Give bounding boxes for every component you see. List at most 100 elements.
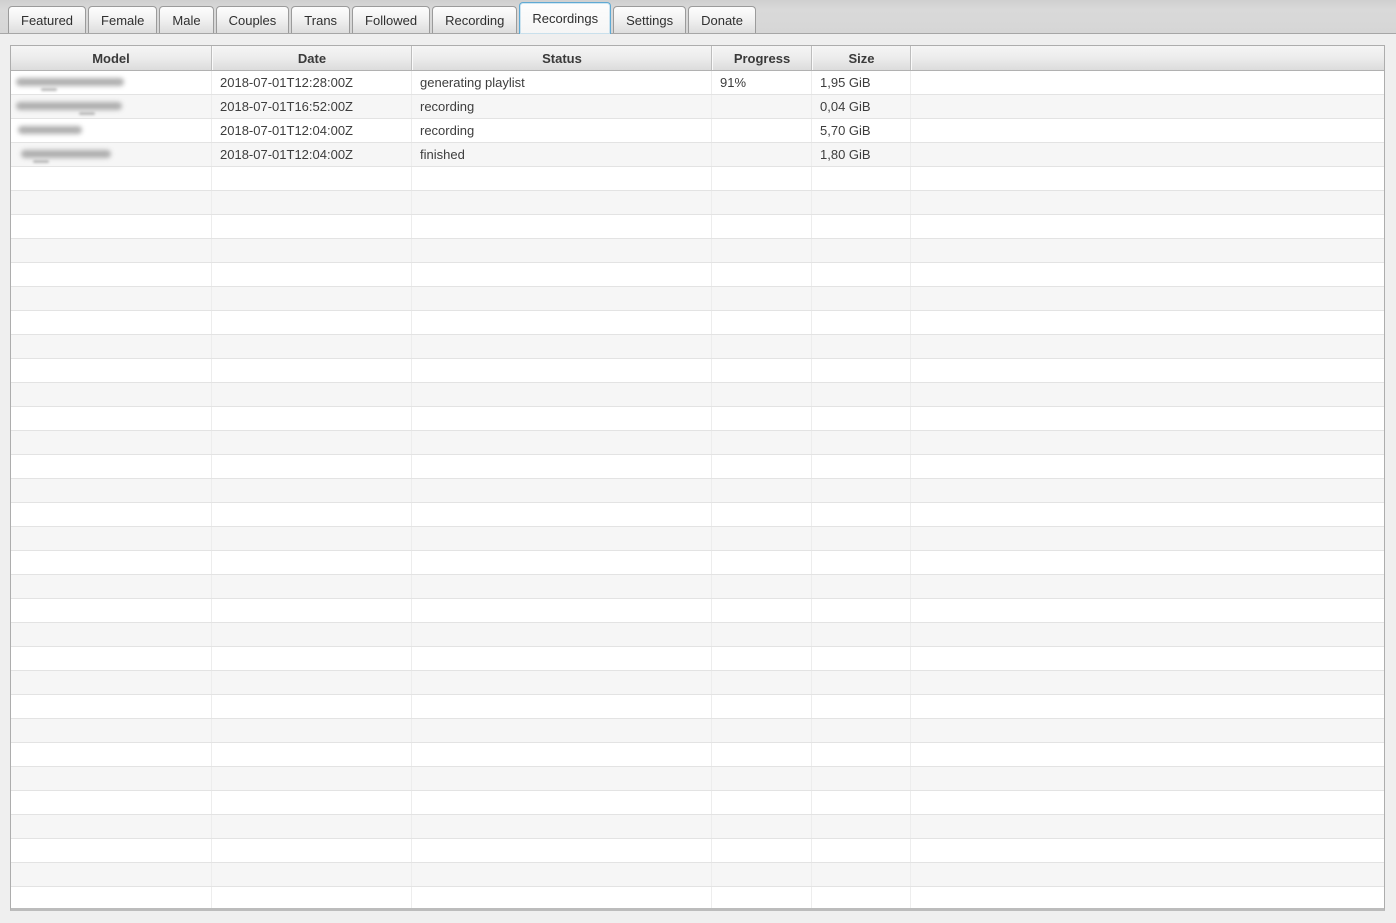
progress-cell xyxy=(712,143,812,166)
redacted-model-name xyxy=(16,71,211,94)
empty-cell xyxy=(412,695,712,718)
table-row-empty xyxy=(11,503,1384,527)
empty-cell xyxy=(911,239,1384,262)
table-row-empty xyxy=(11,551,1384,575)
empty-cell xyxy=(212,767,412,790)
empty-cell xyxy=(212,239,412,262)
table-row[interactable]: 2018-07-01T12:04:00Z finished 1,80 GiB xyxy=(11,143,1384,167)
model-cell xyxy=(11,143,212,166)
column-header-status[interactable]: Status xyxy=(412,46,712,70)
empty-cell xyxy=(412,311,712,334)
tab-recordings[interactable]: Recordings xyxy=(519,2,612,34)
empty-cell xyxy=(11,887,212,908)
tab-settings[interactable]: Settings xyxy=(613,6,687,33)
status-cell: recording xyxy=(412,119,712,142)
empty-cell xyxy=(11,647,212,670)
empty-cell xyxy=(412,191,712,214)
table-header-row: Model Date Status Progress Size xyxy=(11,46,1384,71)
empty-cell xyxy=(412,791,712,814)
tab-trans[interactable]: Trans xyxy=(291,6,351,33)
table-row[interactable]: 2018-07-01T12:04:00Z recording 5,70 GiB xyxy=(11,119,1384,143)
filler-cell xyxy=(911,119,1384,142)
tab-followed[interactable]: Followed xyxy=(352,6,431,33)
empty-cell xyxy=(212,527,412,550)
empty-cell xyxy=(212,839,412,862)
empty-cell xyxy=(812,623,911,646)
empty-cell xyxy=(212,695,412,718)
empty-cell xyxy=(911,311,1384,334)
table-row[interactable]: 2018-07-01T12:28:00Z generating playlist 9… xyxy=(11,71,1384,95)
empty-cell xyxy=(11,743,212,766)
empty-cell xyxy=(11,479,212,502)
empty-cell xyxy=(911,551,1384,574)
empty-cell xyxy=(212,887,412,908)
empty-cell xyxy=(911,503,1384,526)
empty-cell xyxy=(911,815,1384,838)
empty-cell xyxy=(812,719,911,742)
empty-cell xyxy=(11,791,212,814)
empty-cell xyxy=(712,263,812,286)
empty-cell xyxy=(412,767,712,790)
empty-cell xyxy=(412,623,712,646)
empty-cell xyxy=(412,743,712,766)
empty-cell xyxy=(712,767,812,790)
empty-cell xyxy=(911,623,1384,646)
empty-cell xyxy=(712,239,812,262)
empty-cell xyxy=(412,839,712,862)
empty-cell xyxy=(712,167,812,190)
empty-cell xyxy=(911,215,1384,238)
table-row[interactable]: 2018-07-01T16:52:00Z recording 0,04 GiB xyxy=(11,95,1384,119)
tab-recording[interactable]: Recording xyxy=(432,6,518,33)
tab-donate[interactable]: Donate xyxy=(688,6,757,33)
size-cell: 5,70 GiB xyxy=(812,119,911,142)
empty-cell xyxy=(212,431,412,454)
empty-cell xyxy=(812,311,911,334)
empty-cell xyxy=(11,575,212,598)
empty-cell xyxy=(812,263,911,286)
empty-cell xyxy=(212,671,412,694)
table-row-empty xyxy=(11,695,1384,719)
filler-cell xyxy=(911,71,1384,94)
column-header-progress[interactable]: Progress xyxy=(712,46,812,70)
date-cell: 2018-07-01T12:28:00Z xyxy=(212,71,412,94)
empty-cell xyxy=(712,743,812,766)
empty-cell xyxy=(212,359,412,382)
empty-cell xyxy=(712,887,812,908)
empty-cell xyxy=(11,431,212,454)
column-header-model[interactable]: Model xyxy=(11,46,212,70)
empty-cell xyxy=(11,263,212,286)
table-row-empty xyxy=(11,743,1384,767)
column-header-date[interactable]: Date xyxy=(212,46,412,70)
empty-cell xyxy=(712,695,812,718)
redacted-model-name xyxy=(16,95,211,118)
tab-male[interactable]: Male xyxy=(159,6,214,33)
empty-cell xyxy=(11,527,212,550)
tab-female[interactable]: Female xyxy=(88,6,158,33)
tab-couples[interactable]: Couples xyxy=(215,6,290,33)
size-cell: 0,04 GiB xyxy=(812,95,911,118)
empty-cell xyxy=(212,599,412,622)
empty-cell xyxy=(911,719,1384,742)
empty-cell xyxy=(212,791,412,814)
empty-cell xyxy=(11,383,212,406)
tab-featured[interactable]: Featured xyxy=(8,6,87,33)
table-row-empty xyxy=(11,647,1384,671)
empty-cell xyxy=(712,623,812,646)
empty-cell xyxy=(11,863,212,886)
table-row-empty xyxy=(11,215,1384,239)
empty-cell xyxy=(712,839,812,862)
empty-cell xyxy=(712,791,812,814)
redacted-model-name xyxy=(19,143,211,166)
empty-cell xyxy=(911,191,1384,214)
empty-cell xyxy=(212,623,412,646)
empty-cell xyxy=(412,335,712,358)
empty-cell xyxy=(412,383,712,406)
empty-cell xyxy=(712,455,812,478)
empty-cell xyxy=(712,527,812,550)
empty-cell xyxy=(412,455,712,478)
empty-cell xyxy=(911,359,1384,382)
empty-cell xyxy=(11,335,212,358)
table-row-empty xyxy=(11,479,1384,503)
empty-cell xyxy=(412,239,712,262)
column-header-size[interactable]: Size xyxy=(812,46,911,70)
